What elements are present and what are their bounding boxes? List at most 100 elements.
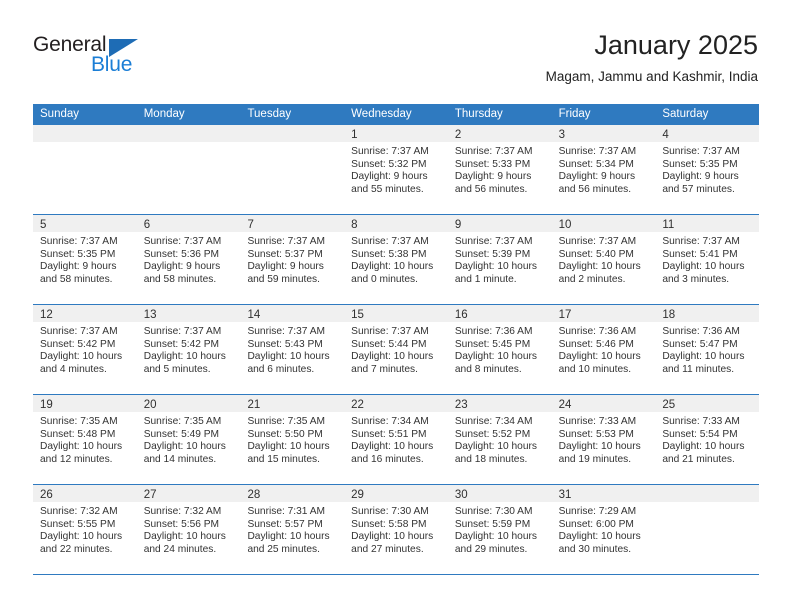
day-cell-5[interactable]: 5 Sunrise: 7:37 AM Sunset: 5:35 PM Daylight…	[33, 215, 137, 304]
sunset-text: Sunset: 5:50 PM	[247, 428, 323, 440]
sunset-text: Sunset: 5:44 PM	[351, 338, 427, 350]
day-cell-14[interactable]: 14 Sunrise: 7:37 AM Sunset: 5:43 PM Dayligh…	[240, 305, 345, 394]
day-cell-body: Sunrise: 7:30 AM Sunset: 5:58 PM Daylight:…	[344, 502, 448, 556]
daylight-text: Daylight: 9 hours	[143, 261, 221, 273]
day-number: 4	[662, 129, 669, 141]
sunset-text: Sunset: 5:42 PM	[143, 338, 220, 350]
day-number: 10	[558, 219, 572, 231]
daylight-text: and 19 minutes.	[558, 453, 632, 465]
sunset-text: Sunset: 5:33 PM	[454, 158, 531, 170]
day-number: 31	[558, 489, 572, 501]
sunset-text: Sunset: 5:47 PM	[662, 338, 738, 350]
day-number-bar: 19	[33, 395, 137, 412]
day-number: 21	[247, 399, 261, 411]
day-number: 28	[247, 489, 261, 501]
day-cell-13[interactable]: 13 Sunrise: 7:37 AM Sunset: 5:42 PM Dayligh…	[136, 305, 241, 394]
day-number: 18	[662, 309, 676, 321]
brand-logo[interactable]: General Blue	[33, 33, 263, 89]
day-cell-body: Sunrise: 7:37 AM Sunset: 5:38 PM Daylight:…	[344, 232, 448, 286]
day-cell-8[interactable]: 8 Sunrise: 7:37 AM Sunset: 5:38 PM Daylight…	[344, 215, 448, 304]
daylight-text: and 18 minutes.	[454, 453, 528, 465]
sunset-text: Sunset: 5:56 PM	[143, 518, 220, 530]
daylight-text: Daylight: 10 hours	[454, 351, 537, 363]
calendar-week-row: 12 Sunrise: 7:37 AM Sunset: 5:42 PM Dayligh…	[33, 305, 760, 395]
day-cell-body: Sunrise: 7:37 AM Sunset: 5:35 PM Daylight:…	[655, 142, 759, 196]
day-cell-3[interactable]: 3 Sunrise: 7:37 AM Sunset: 5:34 PM Daylight…	[551, 125, 656, 214]
day-number: 15	[351, 309, 364, 321]
day-number-bar	[655, 485, 760, 502]
weekday-header-wednesday: Wednesday	[351, 108, 412, 120]
day-cell-4[interactable]: 4 Sunrise: 7:37 AM Sunset: 5:35 PM Daylight…	[655, 125, 760, 214]
day-cell-1[interactable]: 1 Sunrise: 7:37 AM Sunset: 5:32 PM Daylight…	[344, 125, 448, 214]
weekday-header-thursday: Thursday	[454, 108, 503, 120]
daylight-text: Daylight: 10 hours	[40, 351, 123, 363]
daylight-text: and 56 minutes.	[558, 183, 632, 195]
day-cell-21[interactable]: 21 Sunrise: 7:35 AM Sunset: 5:50 PM Dayligh…	[240, 395, 345, 484]
daylight-text: Daylight: 10 hours	[662, 441, 745, 453]
day-cell-7[interactable]: 7 Sunrise: 7:37 AM Sunset: 5:37 PM Daylight…	[240, 215, 345, 304]
day-number-bar: 30	[447, 485, 552, 502]
sunset-text: Sunset: 5:57 PM	[247, 518, 323, 530]
day-cell-17[interactable]: 17 Sunrise: 7:36 AM Sunset: 5:46 PM Dayligh…	[551, 305, 656, 394]
day-number-bar: 23	[447, 395, 552, 412]
day-cell-19[interactable]: 19 Sunrise: 7:35 AM Sunset: 5:48 PM Dayligh…	[33, 395, 137, 484]
sunrise-text: Sunrise: 7:35 AM	[247, 416, 326, 427]
day-cell-28[interactable]: 28 Sunrise: 7:31 AM Sunset: 5:57 PM Dayligh…	[240, 485, 345, 574]
day-cell-24[interactable]: 24 Sunrise: 7:33 AM Sunset: 5:53 PM Dayligh…	[551, 395, 656, 484]
day-number-bar	[33, 125, 137, 142]
daylight-text: Daylight: 10 hours	[454, 261, 537, 273]
day-number: 13	[143, 309, 157, 321]
sunrise-text: Sunrise: 7:37 AM	[454, 146, 533, 157]
day-cell-body: Sunrise: 7:34 AM Sunset: 5:51 PM Daylight:…	[344, 412, 448, 466]
daylight-text: and 24 minutes.	[143, 543, 217, 555]
calendar-week-row: 5 Sunrise: 7:37 AM Sunset: 5:35 PM Daylight…	[33, 215, 760, 305]
daylight-text: and 58 minutes.	[40, 273, 113, 285]
day-cell-15[interactable]: 15 Sunrise: 7:37 AM Sunset: 5:44 PM Dayligh…	[344, 305, 448, 394]
day-cell-25[interactable]: 25 Sunrise: 7:33 AM Sunset: 5:54 PM Dayligh…	[655, 395, 760, 484]
day-number: 17	[558, 309, 572, 321]
day-number-bar: 8	[344, 215, 448, 232]
day-cell-22[interactable]: 22 Sunrise: 7:34 AM Sunset: 5:51 PM Dayligh…	[344, 395, 448, 484]
sunset-text: Sunset: 5:32 PM	[351, 158, 427, 170]
calendar-week-row: 19 Sunrise: 7:35 AM Sunset: 5:48 PM Dayligh…	[33, 395, 760, 485]
day-number-bar: 15	[344, 305, 448, 322]
daylight-text: Daylight: 9 hours	[247, 261, 324, 273]
day-cell-6[interactable]: 6 Sunrise: 7:37 AM Sunset: 5:36 PM Daylight…	[136, 215, 241, 304]
sunrise-text: Sunrise: 7:37 AM	[247, 236, 326, 247]
day-cell-31[interactable]: 31 Sunrise: 7:29 AM Sunset: 6:00 PM Dayligh…	[551, 485, 656, 574]
day-cell-body: Sunrise: 7:37 AM Sunset: 5:36 PM Daylight:…	[137, 232, 241, 286]
day-cell-10[interactable]: 10 Sunrise: 7:37 AM Sunset: 5:40 PM Dayligh…	[551, 215, 656, 304]
daylight-text: Daylight: 9 hours	[454, 171, 532, 183]
day-number-bar: 20	[136, 395, 241, 412]
day-number: 2	[454, 129, 462, 141]
day-cell-18[interactable]: 18 Sunrise: 7:36 AM Sunset: 5:47 PM Dayligh…	[655, 305, 760, 394]
day-number: 9	[454, 219, 462, 231]
day-cell-2[interactable]: 2 Sunrise: 7:37 AM Sunset: 5:33 PM Daylight…	[447, 125, 552, 214]
day-number: 25	[662, 399, 676, 411]
sunset-text: Sunset: 5:46 PM	[558, 338, 634, 350]
day-cell-26[interactable]: 26 Sunrise: 7:32 AM Sunset: 5:55 PM Dayligh…	[33, 485, 137, 574]
day-cell-body: Sunrise: 7:37 AM Sunset: 5:42 PM Daylight:…	[33, 322, 137, 376]
daylight-text: and 57 minutes.	[662, 183, 735, 195]
daylight-text: and 59 minutes.	[247, 273, 320, 285]
day-number-bar: 10	[551, 215, 656, 232]
day-cell-body	[655, 502, 759, 506]
day-cell-11[interactable]: 11 Sunrise: 7:37 AM Sunset: 5:41 PM Dayligh…	[655, 215, 760, 304]
day-cell-16[interactable]: 16 Sunrise: 7:36 AM Sunset: 5:45 PM Dayligh…	[447, 305, 552, 394]
day-number-bar: 16	[447, 305, 552, 322]
day-cell-empty	[655, 485, 760, 574]
sunrise-text: Sunrise: 7:36 AM	[454, 326, 533, 337]
day-cell-9[interactable]: 9 Sunrise: 7:37 AM Sunset: 5:39 PM Daylight…	[447, 215, 552, 304]
day-cell-body: Sunrise: 7:37 AM Sunset: 5:42 PM Daylight:…	[137, 322, 241, 376]
day-number: 20	[143, 399, 157, 411]
day-cell-29[interactable]: 29 Sunrise: 7:30 AM Sunset: 5:58 PM Dayligh…	[344, 485, 448, 574]
day-number-bar: 21	[240, 395, 345, 412]
day-cell-20[interactable]: 20 Sunrise: 7:35 AM Sunset: 5:49 PM Dayligh…	[136, 395, 241, 484]
daylight-text: Daylight: 9 hours	[558, 171, 636, 183]
daylight-text: Daylight: 9 hours	[40, 261, 117, 273]
day-cell-27[interactable]: 27 Sunrise: 7:32 AM Sunset: 5:56 PM Dayligh…	[136, 485, 241, 574]
day-cell-30[interactable]: 30 Sunrise: 7:30 AM Sunset: 5:59 PM Dayligh…	[447, 485, 552, 574]
day-cell-23[interactable]: 23 Sunrise: 7:34 AM Sunset: 5:52 PM Dayligh…	[447, 395, 552, 484]
day-cell-12[interactable]: 12 Sunrise: 7:37 AM Sunset: 5:42 PM Dayligh…	[33, 305, 137, 394]
sunset-text: Sunset: 5:39 PM	[454, 248, 531, 260]
